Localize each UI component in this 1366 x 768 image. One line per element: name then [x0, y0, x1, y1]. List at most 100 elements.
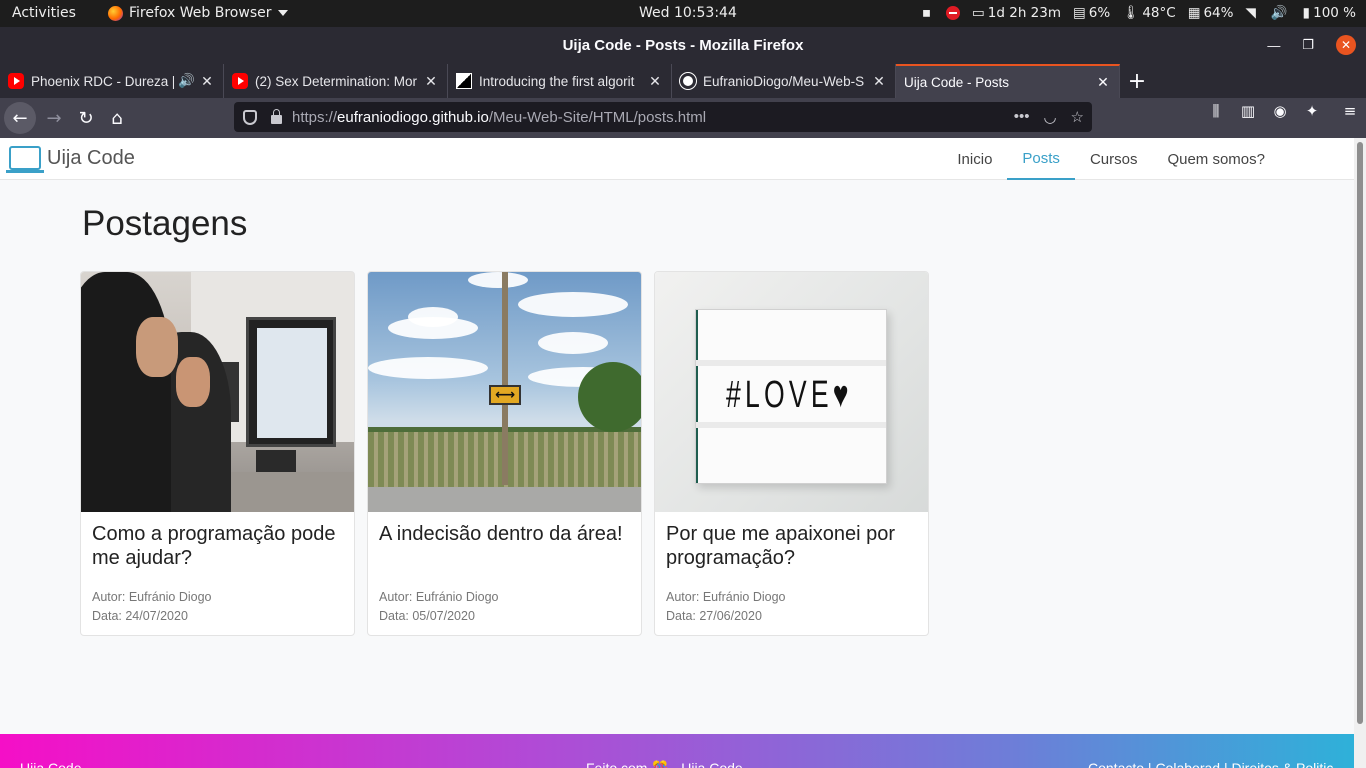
chevron-down-icon: [277, 10, 288, 16]
tab-introducing-algorithm[interactable]: Introducing the first algorit ✕: [448, 64, 672, 98]
hamburger-menu-icon[interactable]: ≡: [1334, 102, 1366, 120]
bookmark-star-icon[interactable]: ☆: [1071, 108, 1084, 126]
navigation-toolbar: ← → ↻ ⌂ https://eufraniodiogo.github.io/…: [0, 98, 1366, 138]
camera-icon: ▪: [921, 5, 932, 21]
site-brand[interactable]: Uija Code: [6, 146, 135, 173]
account-icon[interactable]: ◉: [1264, 102, 1296, 120]
activities-button[interactable]: Activities: [12, 5, 76, 21]
scrollbar-thumb[interactable]: [1357, 142, 1363, 724]
lightbox: #LOVE♥: [695, 309, 887, 484]
post-card[interactable]: Como a programação pode me ajudar? Autor…: [80, 271, 355, 636]
battery-icon: ▮: [1302, 5, 1311, 21]
window-title: Uija Code - Posts - Mozilla Firefox: [562, 37, 804, 54]
web-page: Uija Code Inicio Posts Cursos Quem somos…: [0, 138, 1354, 768]
close-tab-icon[interactable]: ✕: [423, 73, 439, 90]
youtube-icon: [232, 73, 248, 89]
post-author: Autor: Eufránio Diogo: [666, 590, 786, 604]
footer-links[interactable]: Contacto | Colaborad | Direitos & Politi…: [1088, 760, 1333, 768]
app-menu[interactable]: Firefox Web Browser: [108, 5, 288, 21]
post-title[interactable]: A indecisão dentro da área!: [379, 522, 634, 546]
pocket-icon[interactable]: ◡: [1043, 108, 1056, 126]
post-meta: Autor: Eufránio Diogo Data: 27/06/2020: [666, 588, 786, 626]
firefox-icon: [108, 5, 123, 21]
library-icon[interactable]: ⫼: [1200, 102, 1232, 120]
wifi-icon: ◥: [1245, 5, 1256, 21]
disk-icon: ▤: [1073, 5, 1086, 21]
post-card[interactable]: #LOVE♥ Por que me apaixonei por programa…: [654, 271, 929, 636]
lightbox-text: #LOVE♥: [726, 374, 853, 416]
home-button[interactable]: ⌂: [101, 102, 133, 134]
post-image-field[interactable]: ⟷: [368, 272, 641, 512]
clock[interactable]: Wed 10:53:44: [639, 5, 737, 21]
window-titlebar: Uija Code - Posts - Mozilla Firefox — ❐ …: [0, 27, 1366, 64]
tab-label: EufranioDiogo/Meu-Web-S: [703, 73, 865, 89]
tab-bar: Phoenix RDC - Dureza [V 🔊 ✕ (2) Sex Dete…: [0, 64, 1366, 98]
close-tab-icon[interactable]: ✕: [647, 73, 663, 90]
post-title[interactable]: Por que me apaixonei por programação?: [666, 522, 921, 570]
status-area[interactable]: ▪ ▭ 1d 2h 23m ▤ 6% 🌡 48°C ▦ 64% ◥ 🔊 ▮ 100 %: [922, 5, 1356, 21]
extension-icon[interactable]: ✦: [1296, 102, 1328, 120]
github-icon: [679, 72, 697, 90]
nav-quem-somos[interactable]: Quem somos?: [1152, 138, 1280, 180]
system-top-bar: Activities Firefox Web Browser Wed 10:53…: [0, 0, 1366, 27]
post-author: Autor: Eufránio Diogo: [379, 590, 499, 604]
close-tab-icon[interactable]: ✕: [871, 73, 887, 90]
close-window-icon[interactable]: ✕: [1336, 35, 1356, 55]
tab-uija-code-posts[interactable]: Uija Code - Posts ✕: [896, 64, 1120, 98]
post-author: Autor: Eufránio Diogo: [92, 590, 212, 604]
forward-button[interactable]: →: [38, 102, 70, 134]
new-tab-button[interactable]: +: [1120, 64, 1154, 98]
thermometer-icon: 🌡: [1122, 5, 1140, 21]
sidebar-icon[interactable]: ▥: [1232, 102, 1264, 120]
temperature: 48°C: [1142, 5, 1176, 21]
nav-cursos[interactable]: Cursos: [1075, 138, 1153, 180]
monitor-icon: ▭: [972, 5, 985, 21]
page-scrollbar[interactable]: [1354, 138, 1366, 768]
tab-github-repo[interactable]: EufranioDiogo/Meu-Web-S ✕: [672, 64, 896, 98]
uptime-text: 1d 2h 23m: [987, 5, 1061, 21]
post-meta: Autor: Eufránio Diogo Data: 24/07/2020: [92, 588, 212, 626]
page-title: Postagens: [82, 204, 248, 243]
nav-posts[interactable]: Posts: [1007, 138, 1075, 180]
volume-icon: 🔊: [1270, 5, 1288, 21]
site-menu: Inicio Posts Cursos Quem somos?: [942, 138, 1280, 180]
tracking-protection-icon[interactable]: [243, 109, 257, 125]
arrow-sign-icon: ⟷: [489, 385, 521, 405]
memory-usage: 64%: [1203, 5, 1234, 21]
tab-label: Uija Code - Posts: [904, 74, 1010, 90]
minimize-icon[interactable]: —: [1267, 38, 1280, 53]
tab-label: Phoenix RDC - Dureza [V: [31, 73, 175, 89]
post-date: Data: 24/07/2020: [92, 609, 188, 623]
tab-phoenix-rdc[interactable]: Phoenix RDC - Dureza [V 🔊 ✕: [0, 64, 224, 98]
close-tab-icon[interactable]: ✕: [199, 73, 215, 90]
url-bar[interactable]: https://eufraniodiogo.github.io/Meu-Web-…: [234, 102, 1092, 132]
post-meta: Autor: Eufránio Diogo Data: 05/07/2020: [379, 588, 499, 626]
battery-level: 100 %: [1313, 5, 1356, 21]
do-not-disturb-icon: [946, 6, 961, 20]
post-image-office[interactable]: [81, 272, 354, 512]
close-tab-icon[interactable]: ✕: [1095, 74, 1111, 91]
disk-usage: 6%: [1088, 5, 1111, 21]
app-menu-label: Firefox Web Browser: [129, 5, 272, 21]
tab-label: Introducing the first algorit: [479, 73, 635, 89]
maximize-icon[interactable]: ❐: [1302, 37, 1314, 53]
site-navbar: Uija Code Inicio Posts Cursos Quem somos…: [0, 138, 1354, 180]
lock-icon[interactable]: [271, 108, 282, 124]
footer-brand[interactable]: Uija Code: [20, 760, 81, 768]
footer-credit: Feito com 🎊 - Uija Code: [586, 760, 743, 768]
post-card[interactable]: ⟷ A indecisão dentro da área! Autor: Euf…: [367, 271, 642, 636]
site-icon: [456, 73, 472, 89]
post-date: Data: 05/07/2020: [379, 609, 475, 623]
post-title[interactable]: Como a programação pode me ajudar?: [92, 522, 347, 570]
posts-grid: Como a programação pode me ajudar? Autor…: [80, 271, 929, 636]
tab-label: (2) Sex Determination: Mor: [255, 73, 418, 89]
site-footer: Uija Code Feito com 🎊 - Uija Code Contac…: [0, 734, 1354, 768]
nav-inicio[interactable]: Inicio: [942, 138, 1007, 180]
reload-button[interactable]: ↻: [70, 102, 102, 134]
post-image-lightbox[interactable]: #LOVE♥: [655, 272, 928, 512]
speaker-icon[interactable]: 🔊: [178, 73, 195, 89]
page-actions-icon[interactable]: •••: [1014, 108, 1030, 126]
tab-sex-determination[interactable]: (2) Sex Determination: Mor ✕: [224, 64, 448, 98]
back-button[interactable]: ←: [4, 102, 36, 134]
url-text[interactable]: https://eufraniodiogo.github.io/Meu-Web-…: [292, 109, 1014, 126]
